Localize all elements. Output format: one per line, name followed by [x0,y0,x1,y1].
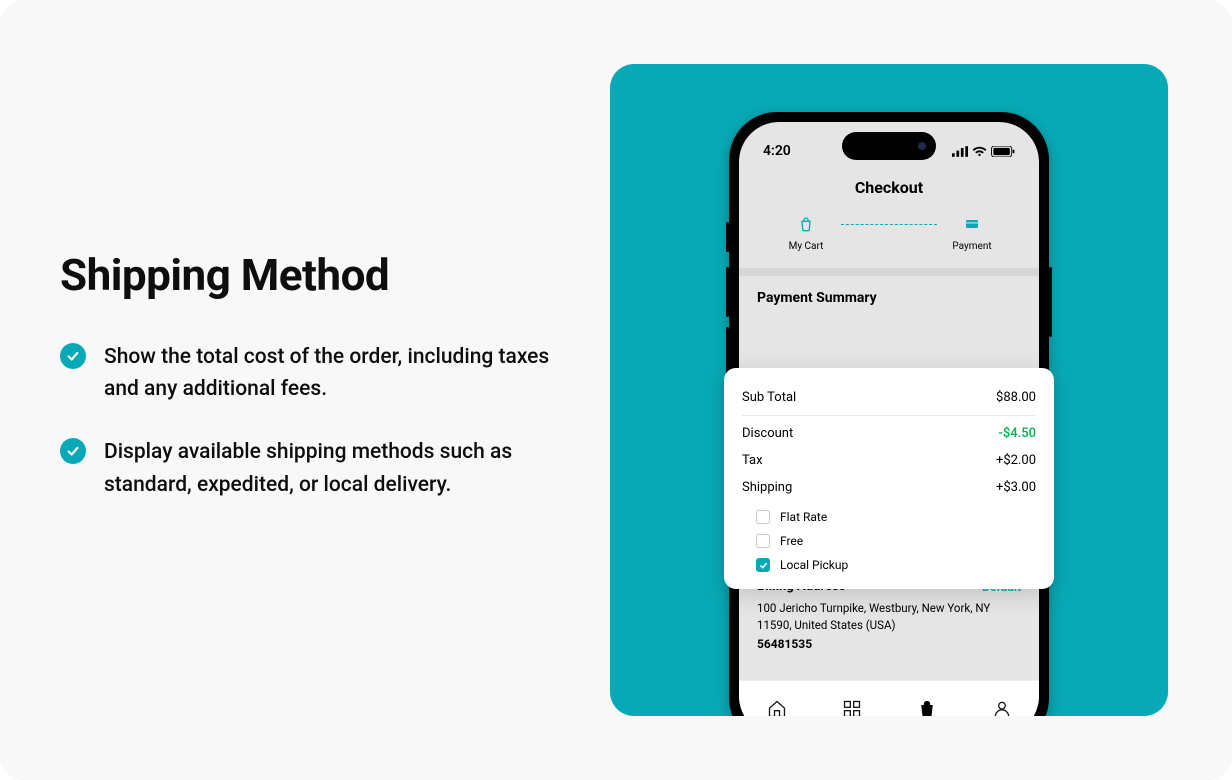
step-label: My Cart [789,241,824,252]
bullet-item: Display available shipping methods such … [60,436,570,501]
phone-mockup: 4:20 Checkout [729,112,1049,716]
bag-icon [797,215,815,233]
shipping-option-pickup[interactable]: Local Pickup [742,553,1036,577]
payment-summary-section: Payment Summary [739,276,1039,324]
card-icon [963,215,981,233]
sum-row-discount: Discount -$4.50 [742,420,1036,447]
phone-side-button [1049,267,1052,337]
bottom-nav [739,680,1039,716]
bullet-text: Show the total cost of the order, includ… [104,341,570,406]
shipping-label: Shipping [742,480,792,495]
billing-address: 100 Jericho Turnpike, Westbury, New York… [757,600,1021,633]
step-label: Payment [952,241,991,252]
section-title: Payment Summary [757,290,1021,306]
step-cart[interactable]: My Cart [771,215,841,252]
summary-popout-card: Sub Total $88.00 Discount -$4.50 Tax +$2… [724,368,1054,589]
billing-phone: 56481535 [757,637,1021,651]
phone-showcase-panel: 4:20 Checkout [610,64,1168,716]
nav-grid[interactable] [841,698,863,717]
screen-title: Checkout [739,166,1039,215]
sum-row-shipping: Shipping +$3.00 [742,474,1036,501]
tax-label: Tax [742,453,763,468]
sum-row-subtotal: Sub Total $88.00 [742,384,1036,416]
shipping-option-free[interactable]: Free [742,529,1036,553]
sum-row-tax: Tax +$2.00 [742,447,1036,474]
checkbox-icon [756,534,770,548]
subtotal-value: $88.00 [996,390,1036,405]
bullet-item: Show the total cost of the order, includ… [60,341,570,406]
divider [739,268,1039,276]
signal-icon [952,146,968,157]
shipping-options: Flat Rate Free Local Pickup [742,505,1036,577]
feature-card: Shipping Method Show the total cost of t… [0,0,1232,780]
discount-value: -$4.50 [998,426,1036,441]
step-connector [841,224,937,225]
checkbox-checked-icon [756,558,770,572]
option-label: Flat Rate [780,510,827,524]
wifi-icon [972,146,987,157]
status-icons [952,146,1015,157]
nav-cart[interactable] [916,698,938,717]
status-time: 4:20 [763,143,791,159]
checkbox-icon [756,510,770,524]
tax-value: +$2.00 [996,453,1036,468]
option-label: Local Pickup [780,558,848,572]
dynamic-island [842,132,936,160]
left-content: Shipping Method Show the total cost of t… [0,249,610,531]
step-payment[interactable]: Payment [937,215,1007,252]
shipping-value: +$3.00 [996,480,1036,495]
checkout-stepper: My Cart Payment [739,215,1039,268]
bullet-text: Display available shipping methods such … [104,436,570,501]
check-icon [60,438,86,464]
camera-dot [918,142,926,150]
check-icon [60,343,86,369]
bullet-list: Show the total cost of the order, includ… [60,341,570,501]
option-label: Free [780,534,803,548]
nav-profile[interactable] [991,698,1013,717]
shipping-option-flat[interactable]: Flat Rate [742,505,1036,529]
heading: Shipping Method [60,249,570,301]
nav-home[interactable] [766,698,788,717]
discount-label: Discount [742,426,793,441]
subtotal-label: Sub Total [742,390,796,405]
battery-icon [991,146,1015,157]
